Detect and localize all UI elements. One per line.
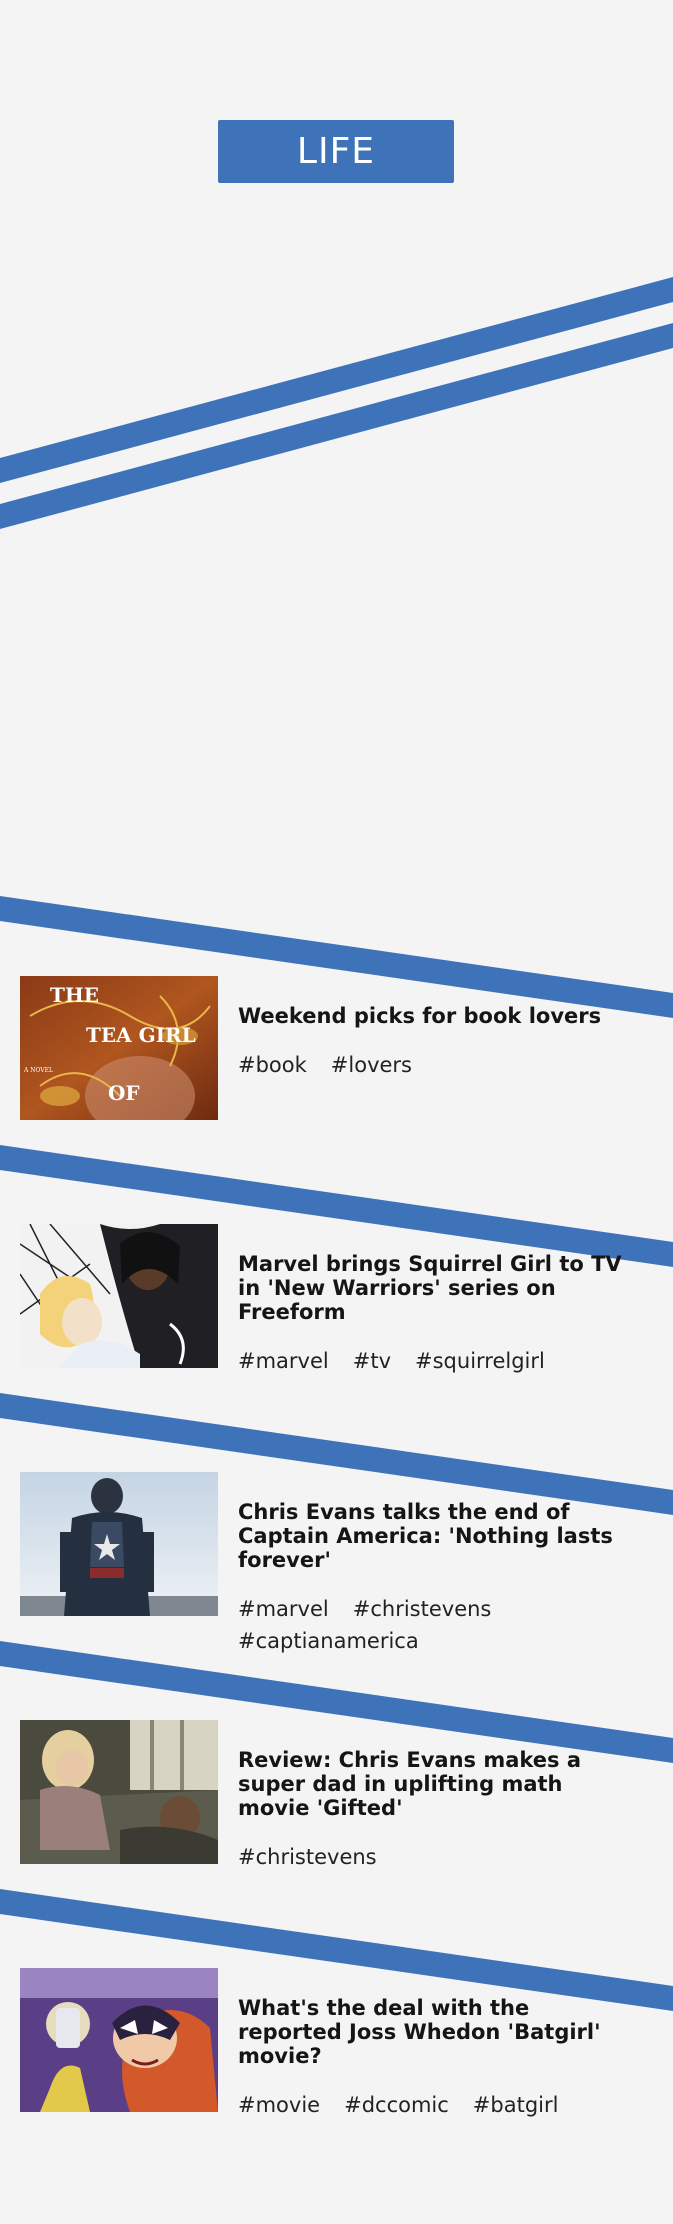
cover-text-side: A NOVEL	[23, 1067, 53, 1074]
tag-link[interactable]: #book	[238, 1052, 307, 1078]
article-thumbnail[interactable]	[20, 1968, 218, 2112]
article-tags: #marvel #tv #squirrelgirl	[238, 1348, 638, 1374]
article-card[interactable]: THE TEA GIRL OF A NOVEL Weekend picks fo…	[20, 976, 650, 1120]
article-info: Chris Evans talks the end of Captain Ame…	[238, 1472, 638, 1654]
article-tags: #marvel #christevens #captianamerica	[238, 1596, 638, 1654]
tag-link[interactable]: #dccomic	[344, 2092, 449, 2118]
tag-link[interactable]: #movie	[238, 2092, 320, 2118]
tag-link[interactable]: #batgirl	[473, 2092, 559, 2118]
article-title[interactable]: What's the deal with the reported Joss W…	[238, 1996, 638, 2068]
top-stripe-1	[0, 277, 673, 483]
article-info: What's the deal with the reported Joss W…	[238, 1968, 638, 2118]
batgirl-comic-image	[20, 1968, 218, 2112]
page: LIFE THE TEA GIRL OF A NOVEL Weekend pic…	[0, 0, 673, 2224]
article-title[interactable]: Review: Chris Evans makes a super dad in…	[238, 1748, 638, 1820]
tag-link[interactable]: #marvel	[238, 1348, 329, 1374]
section-title-badge[interactable]: LIFE	[218, 120, 454, 183]
cover-text-line3: OF	[108, 1081, 140, 1105]
tag-link[interactable]: #tv	[353, 1348, 391, 1374]
article-title[interactable]: Weekend picks for book lovers	[238, 1004, 638, 1028]
cover-text-line1: THE	[50, 983, 99, 1007]
article-info: Marvel brings Squirrel Girl to TV in 'Ne…	[238, 1224, 638, 1374]
tag-link[interactable]: #squirrelgirl	[415, 1348, 545, 1374]
tag-link[interactable]: #lovers	[331, 1052, 412, 1078]
tag-link[interactable]: #marvel	[238, 1596, 329, 1622]
cloak-and-dagger-image	[20, 1224, 218, 1368]
article-tags: #book #lovers	[238, 1052, 638, 1078]
article-tags: #christevens	[238, 1844, 638, 1870]
article-info: Weekend picks for book lovers #book #lov…	[238, 976, 638, 1078]
tag-link[interactable]: #captianamerica	[238, 1628, 419, 1654]
book-cover-tea-girl-image: THE TEA GIRL OF A NOVEL	[20, 976, 218, 1120]
article-card[interactable]: Review: Chris Evans makes a super dad in…	[20, 1720, 650, 1870]
article-thumbnail[interactable]: THE TEA GIRL OF A NOVEL	[20, 976, 218, 1120]
tag-link[interactable]: #christevens	[353, 1596, 492, 1622]
article-thumbnail[interactable]	[20, 1224, 218, 1368]
tag-link[interactable]: #christevens	[238, 1844, 377, 1870]
article-thumbnail[interactable]	[20, 1720, 218, 1864]
article-title[interactable]: Marvel brings Squirrel Girl to TV in 'Ne…	[238, 1252, 638, 1324]
gifted-movie-still-image	[20, 1720, 218, 1864]
top-stripe-2	[0, 323, 673, 529]
article-title[interactable]: Chris Evans talks the end of Captain Ame…	[238, 1500, 638, 1572]
article-info: Review: Chris Evans makes a super dad in…	[238, 1720, 638, 1870]
article-card[interactable]: Marvel brings Squirrel Girl to TV in 'Ne…	[20, 1224, 650, 1374]
captain-america-image	[20, 1472, 218, 1616]
article-card[interactable]: Chris Evans talks the end of Captain Ame…	[20, 1472, 650, 1654]
article-card[interactable]: What's the deal with the reported Joss W…	[20, 1968, 650, 2118]
article-tags: #movie #dccomic #batgirl	[238, 2092, 638, 2118]
article-thumbnail[interactable]	[20, 1472, 218, 1616]
cover-text-line2: TEA GIRL	[86, 1023, 196, 1047]
